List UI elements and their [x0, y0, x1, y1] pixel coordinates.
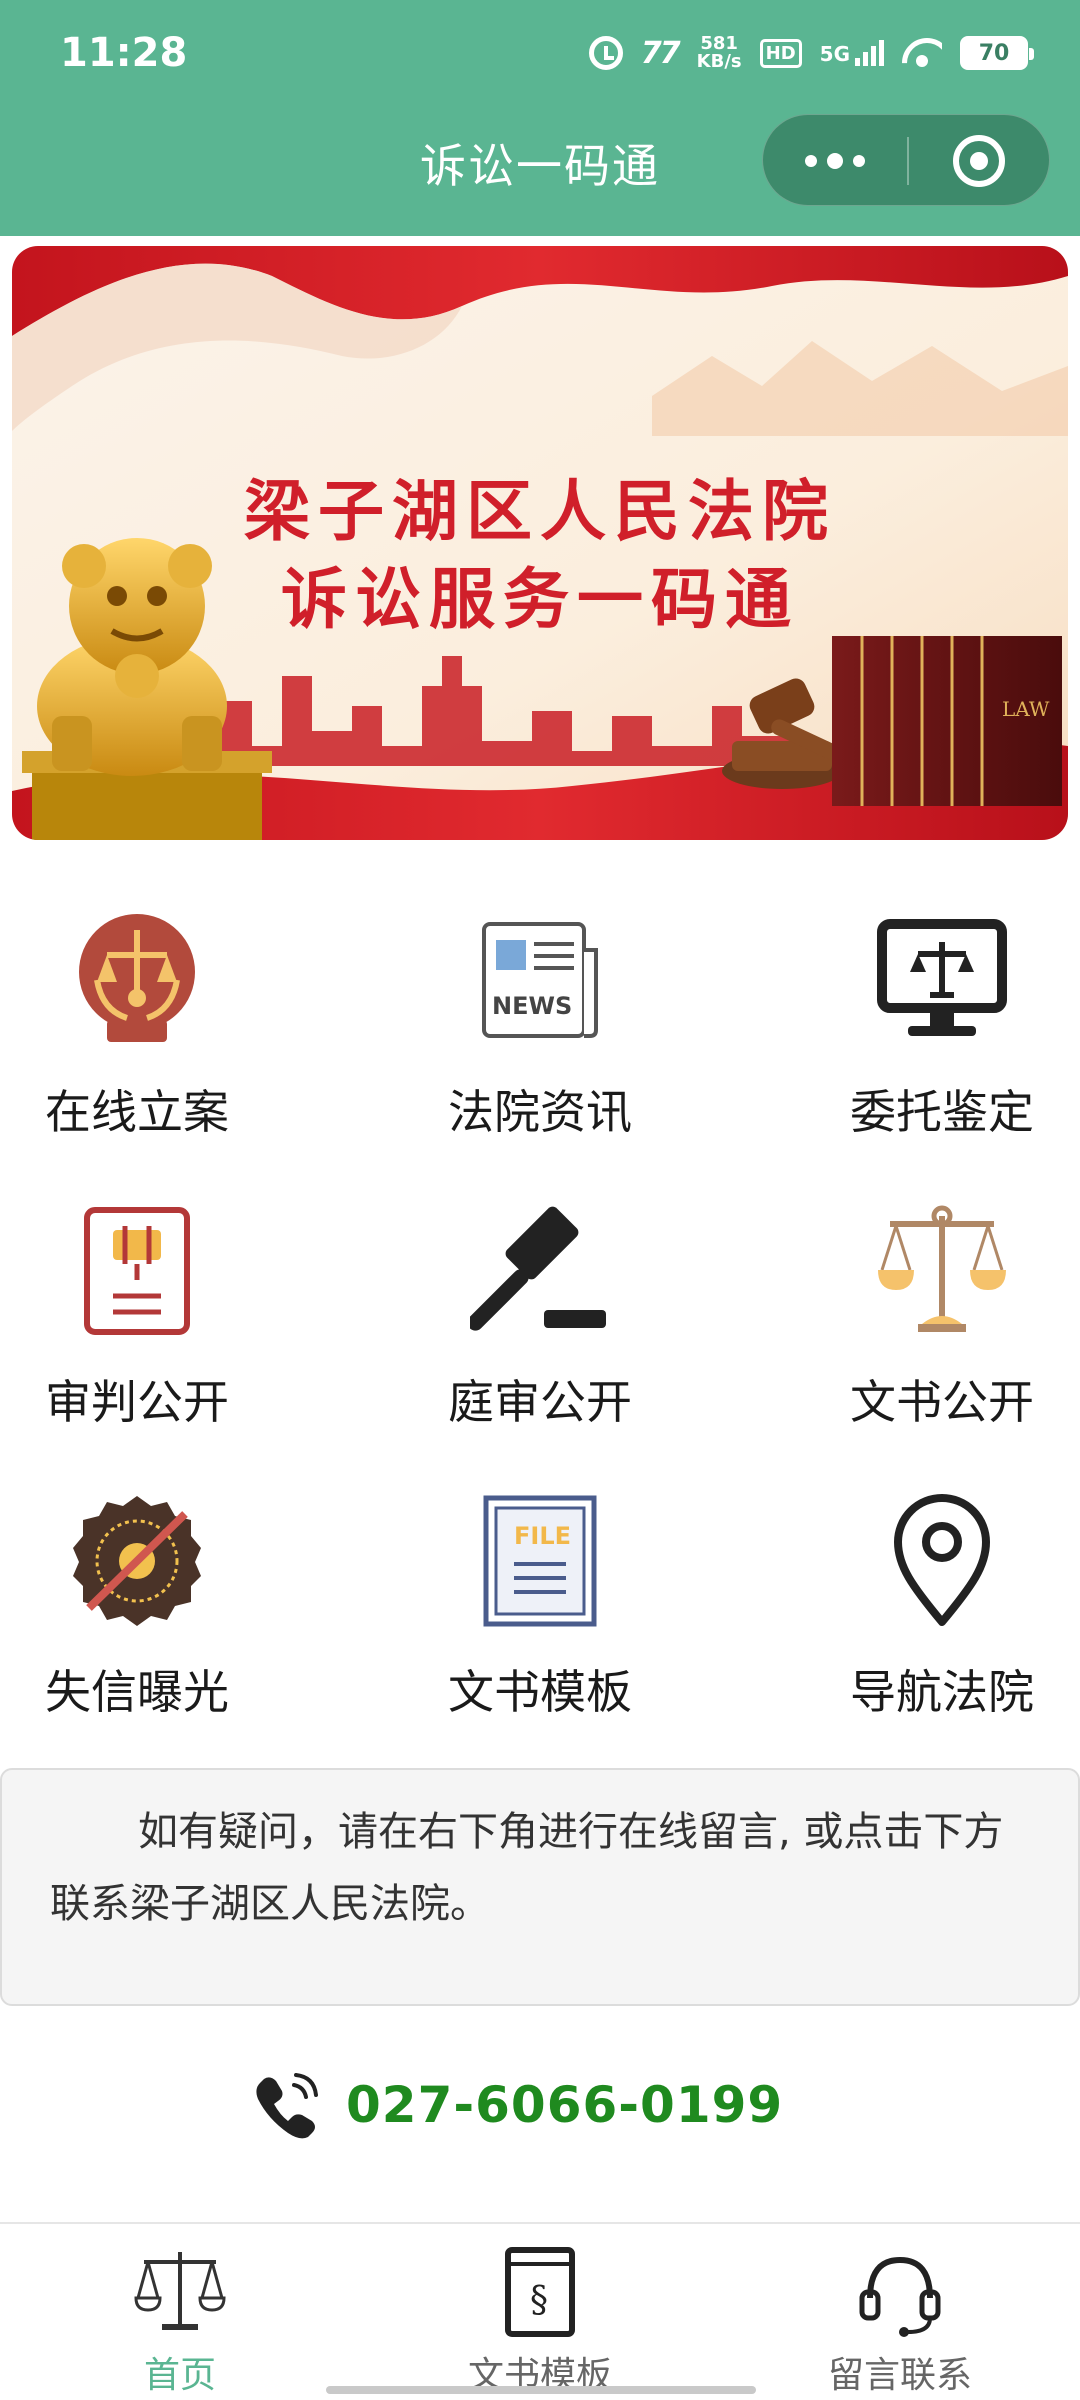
trial-document-icon: [84, 1207, 190, 1335]
headset-icon: [859, 2256, 941, 2337]
bottom-tab-bar: 首页 § 文书模板 留言联系: [0, 2222, 1080, 2400]
carrier-badge-icon: 77: [640, 35, 681, 71]
top-bar: 11:28 77 581 KB/s HD 5G 70 诉讼一码通: [0, 0, 1080, 236]
notice-box: 如有疑问，请在右下角进行在线留言, 或点击下方联系梁子湖区人民法院。: [0, 1768, 1080, 2006]
banner-title: 梁子湖区人民法院: [244, 472, 836, 550]
home-indicator[interactable]: [326, 2386, 756, 2394]
tab-label: 留言联系: [827, 2355, 972, 2396]
status-time: 11:28: [60, 30, 188, 76]
tab-home[interactable]: 首页: [0, 2224, 360, 2400]
file-icon-text: FILE: [514, 1522, 571, 1550]
news-icon-text: NEWS: [492, 992, 572, 1020]
hd-icon: HD: [759, 38, 802, 68]
grid-item-document-template[interactable]: FILE 文书模板: [390, 1460, 690, 1720]
balance-scale-icon: [878, 1205, 1006, 1332]
tab-message-contact[interactable]: 留言联系: [720, 2224, 1080, 2400]
grid-item-label: 委托鉴定: [850, 1085, 1034, 1139]
dishonest-seal-icon: [73, 1496, 201, 1626]
grid-item-court-hearing[interactable]: 庭审公开: [390, 1170, 690, 1430]
court-emblem-icon: [79, 914, 195, 1042]
close-miniapp-icon[interactable]: [907, 115, 1051, 207]
contact-phone[interactable]: 027-6066-0199: [250, 2060, 783, 2150]
tab-document-templates[interactable]: § 文书模板: [360, 2224, 720, 2400]
status-icons: 77 581 KB/s HD 5G 70: [588, 30, 1034, 76]
monitor-scale-icon: [877, 919, 1007, 1036]
more-dots-icon[interactable]: [763, 115, 907, 207]
grid-item-court-news[interactable]: NEWS 法院资讯: [390, 880, 690, 1140]
grid-item-label: 失信曝光: [45, 1665, 229, 1719]
phone-number[interactable]: 027-6066-0199: [346, 2076, 783, 2134]
grid-item-commissioned-appraisal[interactable]: 委托鉴定: [792, 880, 1080, 1140]
grid-item-label: 法院资讯: [448, 1085, 632, 1139]
grid-item-dishonest-exposure[interactable]: 失信曝光: [0, 1460, 287, 1720]
location-pin-icon: [894, 1494, 990, 1626]
grid-item-label: 庭审公开: [448, 1375, 632, 1429]
law-books-icon: LAW: [832, 636, 1062, 806]
scale-tab-icon: [134, 2252, 226, 2330]
grid-item-label: 文书公开: [850, 1375, 1034, 1429]
file-template-icon: FILE: [483, 1495, 597, 1627]
grid-item-trial-disclosure[interactable]: 审判公开: [0, 1170, 287, 1430]
grid-item-online-filing[interactable]: 在线立案: [0, 880, 287, 1140]
battery-icon: 70: [960, 36, 1034, 70]
wifi-icon: [902, 38, 942, 68]
news-icon: NEWS: [482, 922, 598, 1038]
notice-text: 如有疑问，请在右下角进行在线留言, 或点击下方联系梁子湖区人民法院。: [50, 1809, 1004, 1927]
alarm-icon: [588, 36, 623, 70]
grid-item-label: 导航法院: [850, 1665, 1034, 1719]
network-speed-icon: 581 KB/s: [697, 35, 742, 71]
phone-icon: [256, 2073, 318, 2139]
grid-item-label: 文书模板: [448, 1665, 632, 1719]
svg-text:§: §: [530, 2280, 548, 2321]
book-spine-text: LAW: [1002, 697, 1050, 721]
network-speed-unit: KB/s: [696, 51, 742, 72]
grid-item-label: 在线立案: [45, 1085, 229, 1139]
grid-item-document-disclosure[interactable]: 文书公开: [792, 1170, 1080, 1430]
section-book-icon: §: [505, 2247, 575, 2337]
network-type-label: 5G: [819, 42, 850, 66]
grid-item-label: 审判公开: [45, 1375, 229, 1429]
banner[interactable]: LAW 梁子湖区人民法院 诉讼服务一码通: [12, 246, 1068, 840]
5g-signal-icon: 5G: [820, 40, 884, 66]
gavel-icon: [470, 1206, 606, 1331]
banner-subtitle: 诉讼服务一码通: [281, 560, 799, 638]
grid-item-navigate-court[interactable]: 导航法院: [792, 1460, 1080, 1720]
tab-label: 首页: [143, 2355, 216, 2396]
miniapp-capsule: [762, 114, 1050, 206]
